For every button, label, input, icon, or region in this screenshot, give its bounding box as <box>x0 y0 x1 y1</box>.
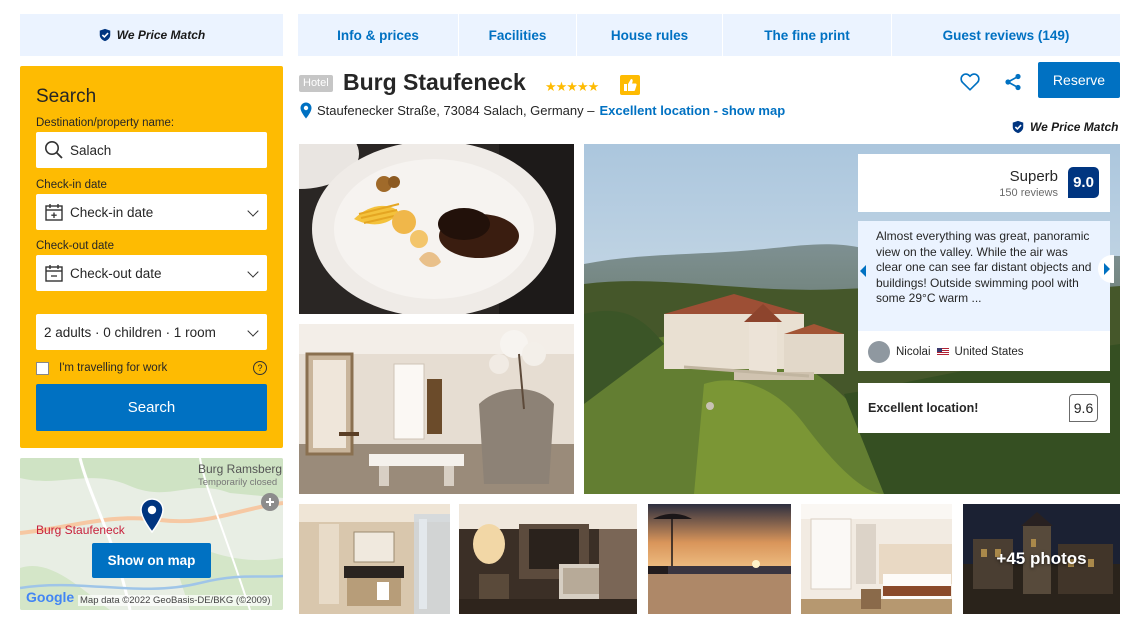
help-icon[interactable]: ? <box>253 361 267 375</box>
tab-house-rules[interactable]: House rules <box>577 14 723 56</box>
search-title: Search <box>36 86 97 107</box>
location-label: Excellent location! <box>868 401 979 415</box>
photo-sunset-pool[interactable] <box>648 504 791 614</box>
review-score-card[interactable]: Superb 150 reviews 9.0 <box>858 154 1110 212</box>
price-match-banner: We Price Match <box>20 14 283 56</box>
star-rating: ★★★★★ <box>545 79 599 94</box>
address-row: Staufenecker Straße, 73084 Salach, Germa… <box>300 102 785 119</box>
shield-check-icon <box>1012 120 1024 134</box>
photo-lounge[interactable] <box>459 504 637 614</box>
score-word: Superb <box>1009 168 1058 185</box>
work-travel-label: I'm travelling for work <box>59 362 168 374</box>
destination-label: Destination/property name: <box>36 117 175 129</box>
thumbs-up-icon <box>620 75 640 95</box>
checkin-value: Check-in date <box>70 204 154 220</box>
property-tabs: Info & prices Facilities House rules The… <box>298 14 1120 56</box>
reviewer-name: Nicolai <box>896 346 931 358</box>
location-pin-icon <box>140 498 164 534</box>
location-pin-icon <box>300 102 312 119</box>
map-preview[interactable]: Burg Ramsberg Temporarily closed Burg St… <box>20 458 283 610</box>
arrow-left-icon[interactable] <box>860 265 866 277</box>
hotel-name: Burg Staufeneck <box>343 69 526 95</box>
map-attribution: Map data ©2022 GeoBasis-DE/BKG (©2009) <box>78 595 273 606</box>
price-match-badge: We Price Match <box>1011 120 1118 134</box>
review-count: 150 reviews <box>999 187 1058 199</box>
location-score-card: Excellent location! 9.6 <box>858 383 1110 433</box>
google-logo: Google <box>26 589 75 605</box>
tab-facilities[interactable]: Facilities <box>459 14 577 56</box>
checkin-field[interactable]: Check-in date <box>36 194 267 230</box>
map-place-label: Burg Staufeneck <box>36 523 125 537</box>
work-travel-checkbox[interactable] <box>36 361 49 375</box>
price-match-label: We Price Match <box>1030 120 1119 134</box>
show-on-map-button[interactable]: Show on map <box>92 543 211 578</box>
review-quote-card: Almost everything was great, panoramic v… <box>858 221 1114 371</box>
flag-us-icon <box>936 348 949 356</box>
search-button[interactable]: Search <box>36 384 267 431</box>
avatar <box>868 341 890 363</box>
location-score: 9.6 <box>1069 394 1098 422</box>
search-panel: Search Destination/property name: Salach… <box>20 66 283 448</box>
photo-more[interactable]: +45 photos <box>963 504 1120 614</box>
search-icon <box>43 139 65 161</box>
reviewer-row: Nicolai United States <box>868 341 1024 363</box>
chevron-down-icon <box>247 205 259 217</box>
calendar-icon <box>43 201 65 223</box>
checkin-label: Check-in date <box>36 179 107 191</box>
shield-check-icon <box>99 28 110 42</box>
checkout-field[interactable]: Check-out date <box>36 255 267 291</box>
property-type-badge: Hotel <box>299 75 333 92</box>
map-nearby-label: Burg Ramsberg <box>198 462 283 476</box>
guests-selector[interactable]: 2 adults · 0 children · 1 room <box>36 314 267 350</box>
review-quote: Almost everything was great, panoramic v… <box>876 229 1092 305</box>
reviewer-country: United States <box>954 346 1024 358</box>
checkout-value: Check-out date <box>70 265 162 281</box>
chevron-down-icon <box>247 325 259 337</box>
price-match-label: We Price Match <box>116 28 206 42</box>
destination-input[interactable]: Salach <box>36 132 267 168</box>
chevron-down-icon <box>247 266 259 278</box>
photo-food[interactable] <box>299 144 574 314</box>
guests-value: 2 adults · 0 children · 1 room <box>44 324 216 340</box>
heart-icon[interactable] <box>959 71 981 93</box>
destination-value: Salach <box>70 142 112 158</box>
share-icon[interactable] <box>1004 73 1022 91</box>
reserve-button[interactable]: Reserve <box>1038 62 1120 98</box>
tab-info-prices[interactable]: Info & prices <box>298 14 459 56</box>
photo-spa-room[interactable] <box>299 324 574 494</box>
photo-bathroom[interactable] <box>299 504 450 614</box>
tab-guest-reviews[interactable]: Guest reviews (149) <box>892 14 1120 56</box>
calendar-icon <box>43 262 65 284</box>
score-badge: 9.0 <box>1068 167 1099 198</box>
more-photos-label[interactable]: +45 photos <box>963 504 1120 614</box>
work-travel-row: I'm travelling for work ? <box>36 358 267 378</box>
checkout-label: Check-out date <box>36 240 114 252</box>
hotel-address: Staufenecker Straße, 73084 Salach, Germa… <box>317 103 595 118</box>
map-nearby-sub: Temporarily closed <box>198 477 278 488</box>
tab-fine-print[interactable]: The fine print <box>723 14 892 56</box>
photo-bedroom[interactable] <box>801 504 952 614</box>
show-map-link[interactable]: Excellent location - show map <box>600 103 786 118</box>
